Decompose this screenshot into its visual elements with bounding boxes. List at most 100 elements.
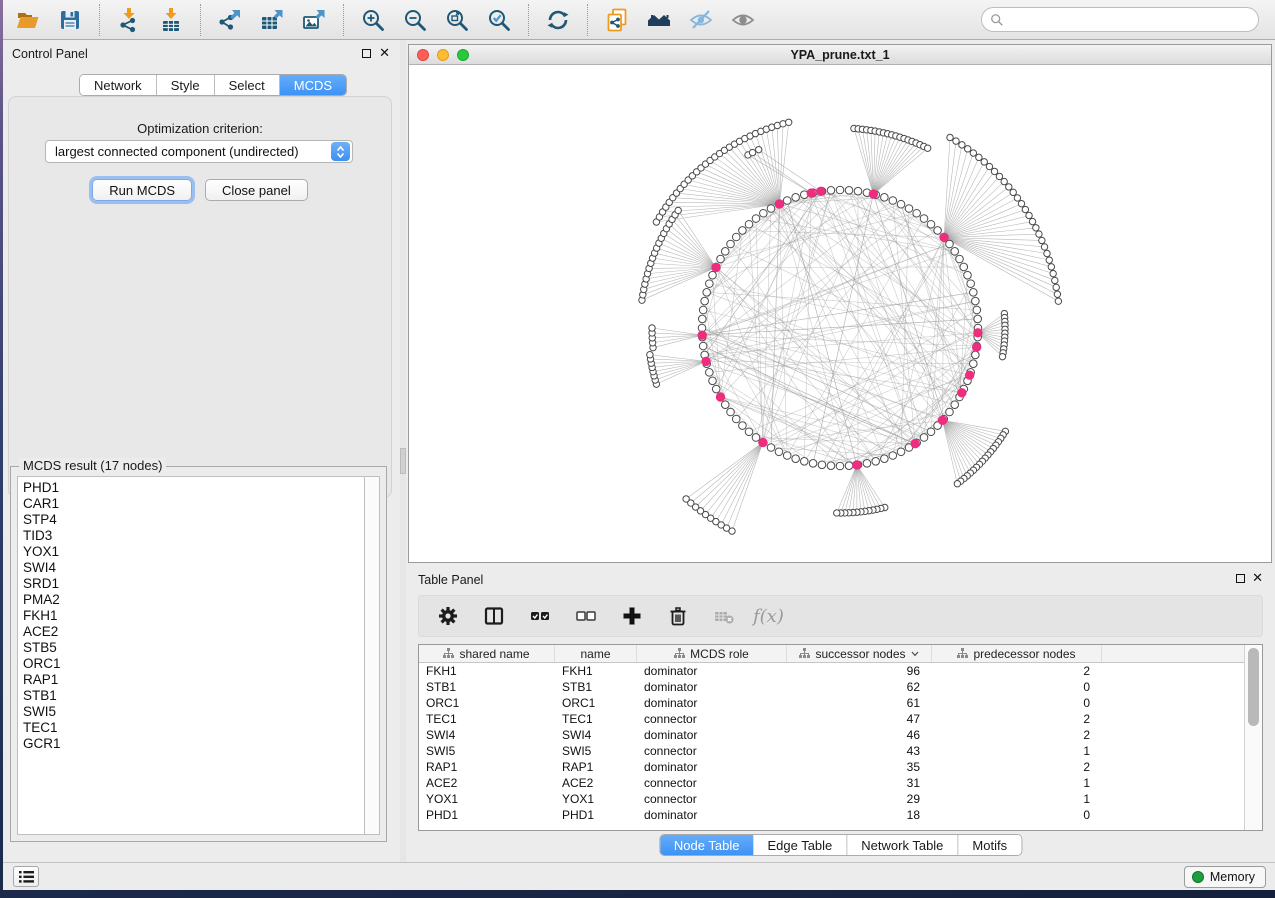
graph-node[interactable]: [760, 209, 768, 217]
cell-mcds-role[interactable]: connector: [637, 791, 787, 807]
mcds-result-item[interactable]: STB5: [23, 640, 364, 656]
graph-node-mcds[interactable]: [938, 416, 946, 424]
zoom-selected-button[interactable]: [482, 3, 516, 37]
cell-mcds-role[interactable]: dominator: [637, 695, 787, 711]
mcds-result-item[interactable]: RAP1: [23, 672, 364, 688]
mcds-result-item[interactable]: STB1: [23, 688, 364, 704]
cell-predecessor-nodes[interactable]: 2: [932, 711, 1102, 727]
graph-node-mcds[interactable]: [759, 438, 767, 446]
cell-predecessor-nodes[interactable]: 1: [932, 775, 1102, 791]
graph-node[interactable]: [727, 240, 735, 248]
graph-node[interactable]: [905, 205, 913, 213]
cell-mcds-role[interactable]: dominator: [637, 663, 787, 679]
graph-node[interactable]: [1050, 270, 1056, 276]
cell-predecessor-nodes[interactable]: 0: [932, 695, 1102, 711]
delete-column-icon[interactable]: [667, 605, 689, 627]
graph-node[interactable]: [863, 460, 871, 468]
graph-node[interactable]: [836, 186, 844, 194]
graph-node[interactable]: [881, 455, 889, 463]
graph-node[interactable]: [739, 227, 747, 235]
graph-node[interactable]: [1048, 264, 1054, 270]
graph-node[interactable]: [845, 186, 853, 194]
graph-node-mcds[interactable]: [807, 189, 815, 197]
cell-name[interactable]: PHD1: [555, 807, 637, 823]
graph-node[interactable]: [920, 434, 928, 442]
graph-node[interactable]: [703, 288, 711, 296]
graph-node[interactable]: [1006, 184, 1012, 190]
graph-node[interactable]: [792, 455, 800, 463]
optimization-criterion-select[interactable]: largest connected component (undirected): [45, 140, 353, 163]
network-search-box[interactable]: [981, 7, 1259, 32]
graph-node[interactable]: [1033, 225, 1039, 231]
graph-node[interactable]: [1022, 206, 1028, 212]
table-row[interactable]: PHD1PHD1dominator180: [419, 807, 1244, 823]
graph-node[interactable]: [698, 315, 706, 323]
graph-node[interactable]: [959, 142, 965, 148]
save-session-button[interactable]: [53, 3, 87, 37]
graph-node[interactable]: [854, 187, 862, 195]
graph-node[interactable]: [934, 227, 942, 235]
mcds-result-item[interactable]: CAR1: [23, 496, 364, 512]
memory-button[interactable]: Memory: [1184, 866, 1266, 888]
close-panel-button[interactable]: Close panel: [205, 179, 308, 201]
mcds-result-item[interactable]: ORC1: [23, 656, 364, 672]
cell-shared-name[interactable]: SWI4: [419, 727, 555, 743]
deselect-all-icon[interactable]: [575, 605, 597, 627]
graph-node-mcds[interactable]: [911, 440, 919, 448]
import-table-button[interactable]: [154, 3, 188, 37]
network-titlebar[interactable]: YPA_prune.txt_1: [409, 45, 1271, 65]
graph-node[interactable]: [1054, 291, 1060, 297]
cell-shared-name[interactable]: FKH1: [419, 663, 555, 679]
mcds-result-item[interactable]: TID3: [23, 528, 364, 544]
graph-node[interactable]: [649, 325, 655, 331]
graph-node-mcds[interactable]: [698, 331, 706, 339]
tab-select[interactable]: Select: [215, 75, 280, 95]
column-header-predecessor-nodes[interactable]: predecessor nodes: [932, 645, 1102, 662]
graph-node-mcds[interactable]: [974, 329, 982, 337]
graph-node[interactable]: [1044, 250, 1050, 256]
graph-node-mcds[interactable]: [958, 389, 966, 397]
graph-node[interactable]: [965, 146, 971, 152]
select-all-icon[interactable]: [529, 605, 551, 627]
graph-node[interactable]: [897, 448, 905, 456]
mcds-result-list[interactable]: PHD1CAR1STP4TID3YOX1SWI4SRD1PMA2FKH1ACE2…: [17, 476, 364, 835]
cell-successor-nodes[interactable]: 31: [787, 775, 932, 791]
graph-node[interactable]: [956, 255, 964, 263]
graph-node[interactable]: [927, 428, 935, 436]
graph-node[interactable]: [745, 220, 753, 228]
graph-node[interactable]: [972, 297, 980, 305]
cell-successor-nodes[interactable]: 29: [787, 791, 932, 807]
float-panel-icon[interactable]: [362, 49, 371, 58]
export-network-button[interactable]: [213, 3, 247, 37]
graph-node[interactable]: [721, 248, 729, 256]
mcds-result-item[interactable]: TEC1: [23, 720, 364, 736]
graph-node[interactable]: [897, 200, 905, 208]
graph-node[interactable]: [1039, 237, 1045, 243]
open-file-button[interactable]: [11, 3, 45, 37]
column-header-mcds-role[interactable]: MCDS role: [637, 645, 787, 662]
graph-node[interactable]: [954, 481, 960, 487]
zoom-out-button[interactable]: [398, 3, 432, 37]
graph-node[interactable]: [836, 462, 844, 470]
graph-node[interactable]: [739, 422, 747, 430]
graph-node[interactable]: [872, 457, 880, 465]
graph-node[interactable]: [881, 194, 889, 202]
cell-mcds-role[interactable]: connector: [637, 711, 787, 727]
cell-shared-name[interactable]: ORC1: [419, 695, 555, 711]
graph-node[interactable]: [946, 408, 954, 416]
graph-node[interactable]: [951, 248, 959, 256]
network-canvas[interactable]: [409, 65, 1271, 562]
cell-predecessor-nodes[interactable]: 2: [932, 663, 1102, 679]
graph-node[interactable]: [996, 173, 1002, 179]
cell-shared-name[interactable]: ACE2: [419, 775, 555, 791]
graph-node[interactable]: [974, 315, 982, 323]
graph-node[interactable]: [827, 462, 835, 470]
cell-name[interactable]: TEC1: [555, 711, 637, 727]
column-header-successor-nodes[interactable]: successor nodes: [787, 645, 932, 662]
graph-node[interactable]: [1053, 284, 1059, 290]
cell-shared-name[interactable]: RAP1: [419, 759, 555, 775]
graph-node[interactable]: [1014, 195, 1020, 201]
graph-node[interactable]: [827, 186, 835, 194]
cell-name[interactable]: RAP1: [555, 759, 637, 775]
graph-node[interactable]: [1001, 178, 1007, 184]
